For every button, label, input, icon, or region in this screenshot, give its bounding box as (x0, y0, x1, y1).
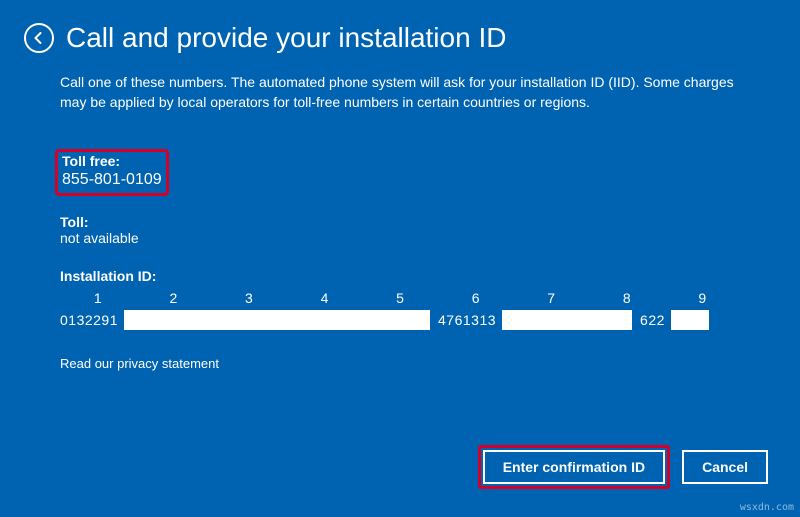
cancel-button[interactable]: Cancel (682, 450, 768, 484)
iid-input-9b[interactable] (671, 310, 709, 330)
toll-free-number: 855-801-0109 (62, 170, 162, 190)
iid-segment-6: 4761313 (432, 312, 500, 328)
iid-column-headers: 1 2 3 4 5 6 7 8 9 (60, 290, 740, 306)
installation-id-label: Installation ID: (60, 268, 740, 284)
iid-input-2-5[interactable] (124, 310, 430, 330)
privacy-link[interactable]: Read our privacy statement (60, 356, 740, 371)
iid-col-7: 7 (513, 290, 589, 306)
iid-segment-9: 622 (634, 312, 669, 328)
iid-col-4: 4 (287, 290, 363, 306)
arrow-left-icon (32, 31, 46, 45)
toll-free-highlight: Toll free: 855-801-0109 (55, 149, 169, 197)
iid-col-8: 8 (589, 290, 665, 306)
iid-col-2: 2 (136, 290, 212, 306)
back-button[interactable] (24, 23, 54, 53)
intro-text: Call one of these numbers. The automated… (60, 72, 740, 113)
page-title: Call and provide your installation ID (66, 22, 506, 54)
iid-col-6: 6 (438, 290, 514, 306)
toll-label: Toll: (60, 214, 740, 230)
toll-free-label: Toll free: (62, 153, 162, 171)
iid-segment-1: 0132291 (60, 312, 122, 328)
iid-input-row: 0132291 4761313 622 (60, 310, 740, 330)
iid-input-7-8[interactable] (502, 310, 632, 330)
watermark: wsxdn.com (740, 502, 794, 513)
toll-value: not available (60, 230, 740, 246)
iid-col-9: 9 (665, 290, 741, 306)
enter-confirmation-button[interactable]: Enter confirmation ID (483, 450, 665, 484)
confirm-highlight: Enter confirmation ID (478, 445, 670, 489)
iid-col-3: 3 (211, 290, 287, 306)
iid-col-1: 1 (60, 290, 136, 306)
iid-col-5: 5 (362, 290, 438, 306)
